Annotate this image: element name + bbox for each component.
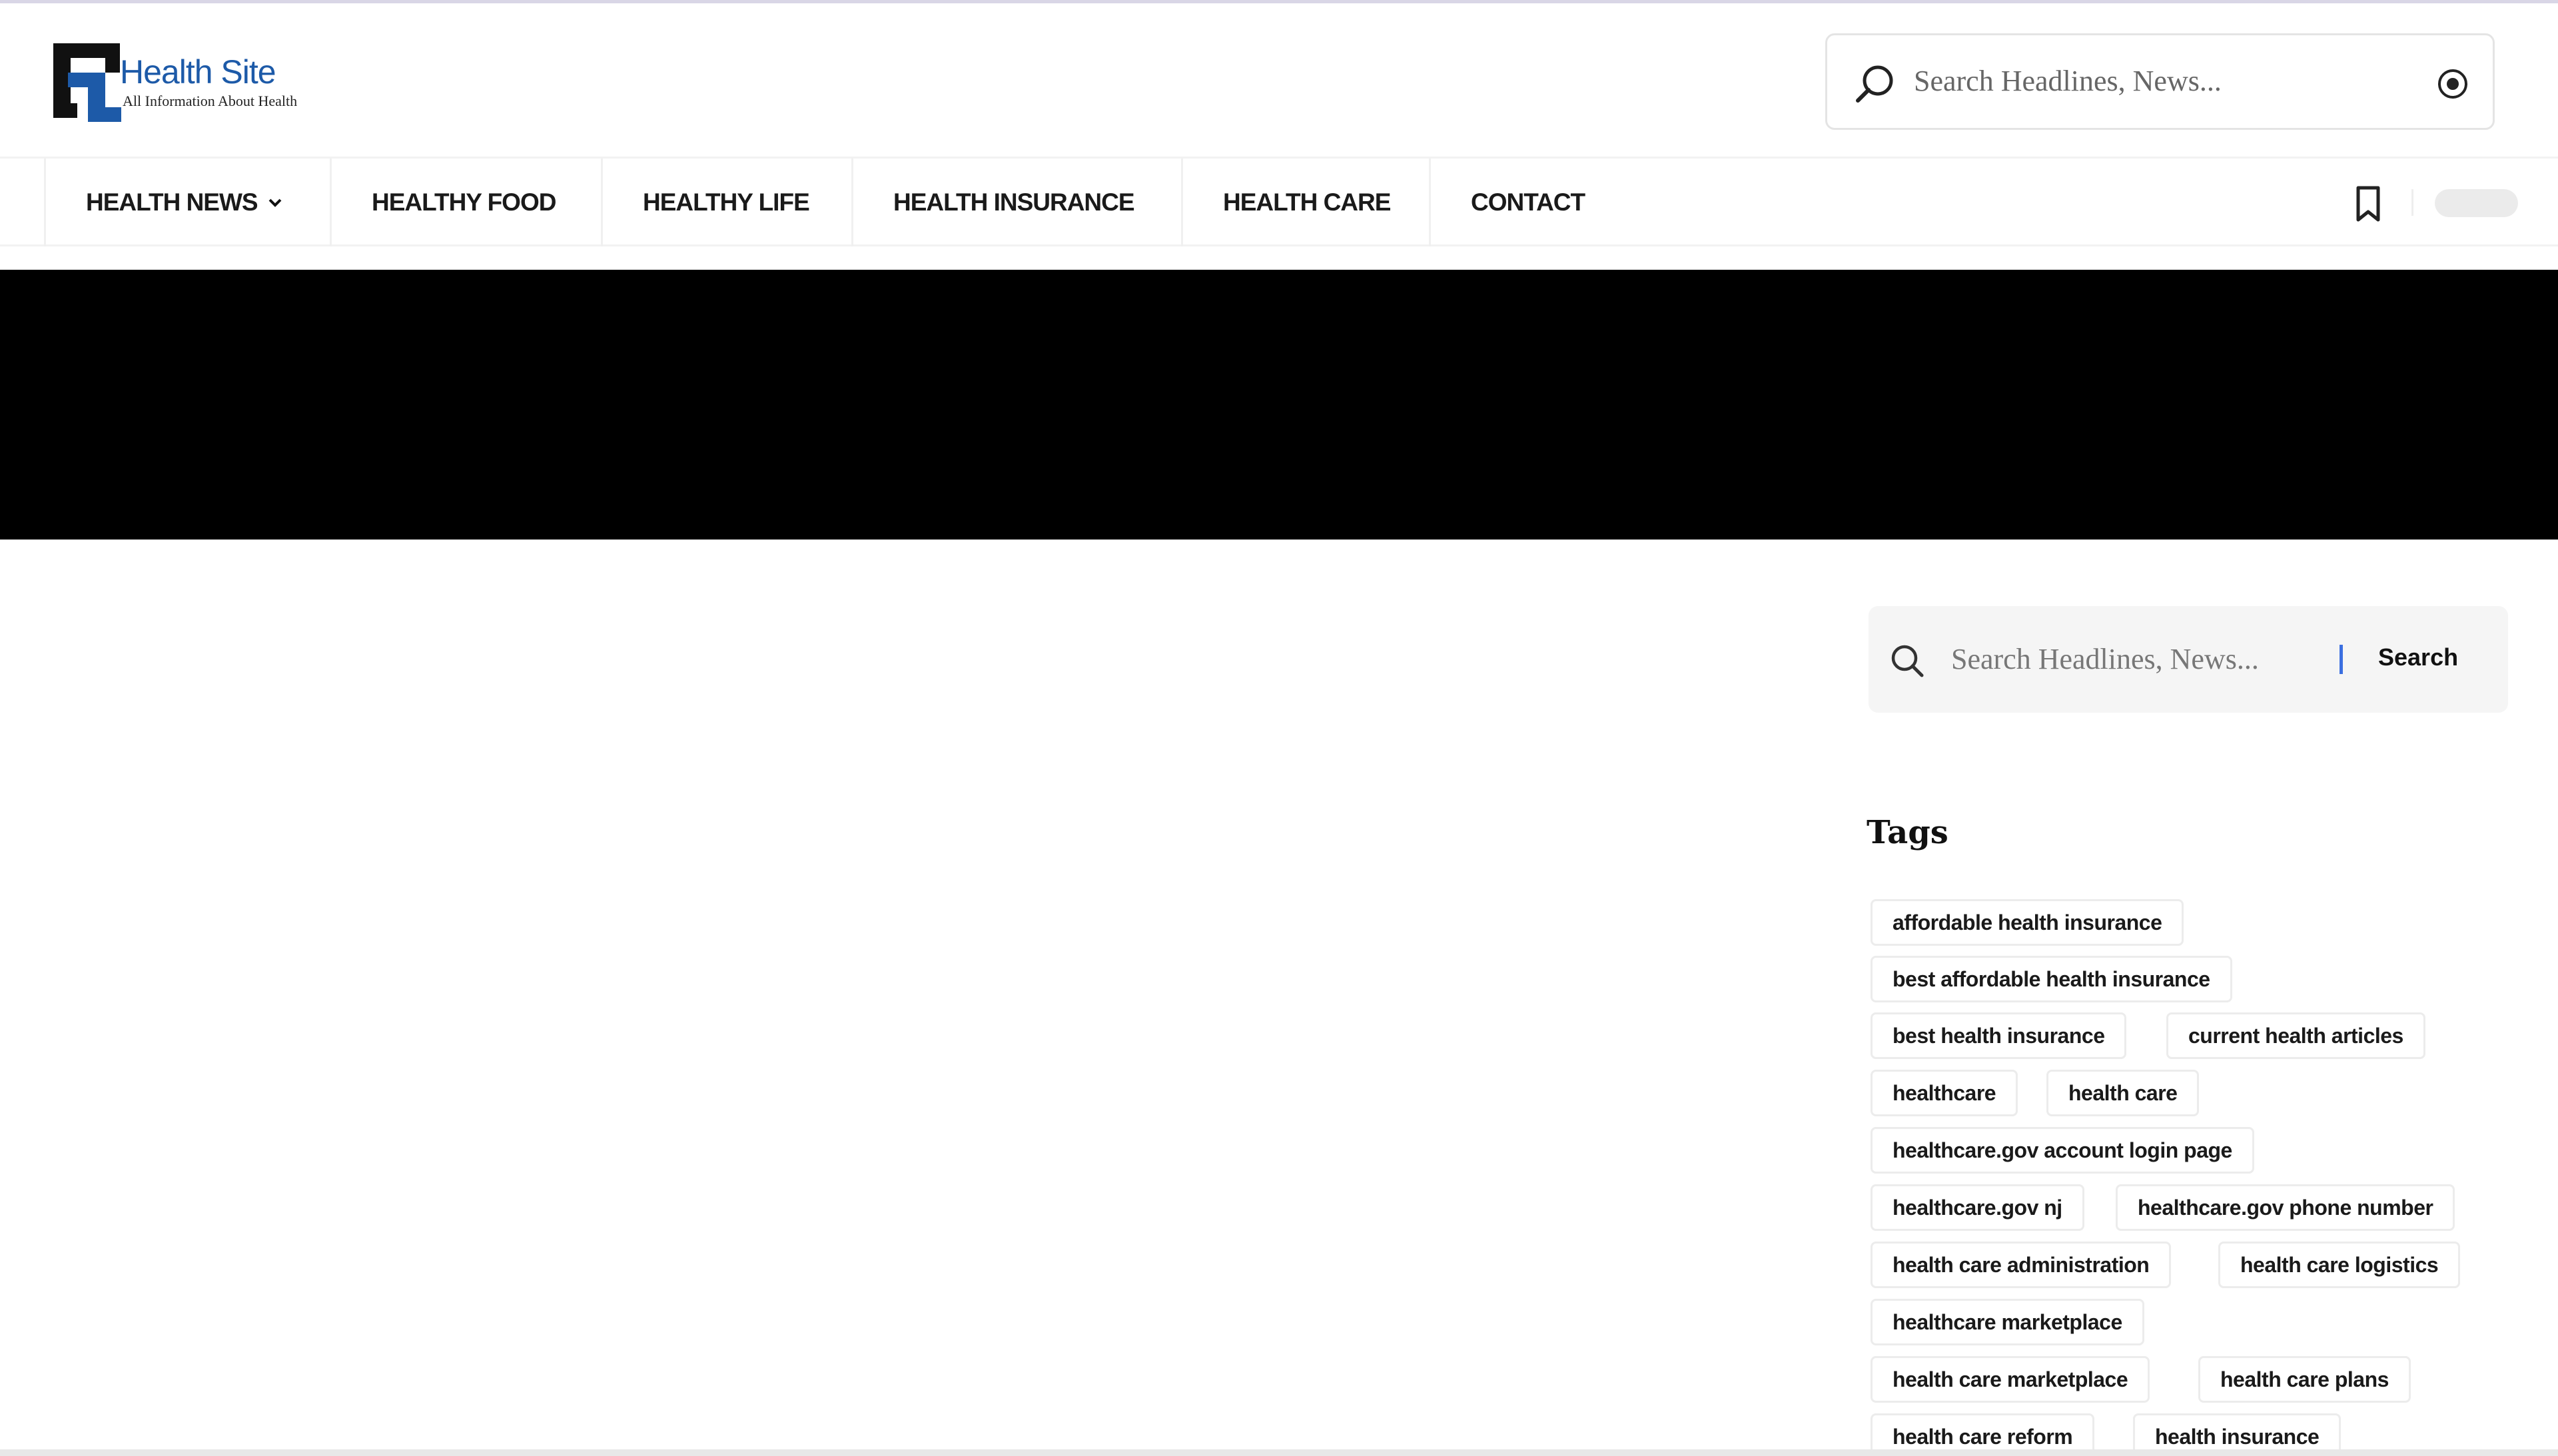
nav-item-healthy-life[interactable]: HEALTHY LIFE (603, 159, 853, 246)
site-logo[interactable]: Health Site All Information About Health (48, 38, 328, 131)
nav-item-label: HEALTH NEWS (86, 188, 258, 216)
header-search-input[interactable]: Search Headlines, News... (1914, 64, 2222, 98)
nav-item-health-news[interactable]: HEALTH NEWS (44, 159, 332, 246)
nav-item-label: CONTACT (1471, 188, 1585, 216)
nav-item-contact[interactable]: CONTACT (1431, 159, 1637, 246)
tag-link[interactable]: health care logistics (2218, 1242, 2461, 1288)
nav-divider (2411, 189, 2413, 216)
tag-link[interactable]: best affordable health insurance (1871, 956, 2232, 1002)
header-search-box[interactable]: Search Headlines, News... (1825, 33, 2495, 130)
logo-mark-icon (53, 43, 121, 122)
site-header: Health Site All Information About Health… (0, 3, 2558, 153)
search-icon (1891, 645, 1924, 677)
sidebar-search-input[interactable]: Search Headlines, News... (1951, 642, 2259, 676)
logo-subtitle: All Information About Health (123, 93, 298, 109)
sidebar-search-button[interactable]: Search (2378, 643, 2458, 671)
tag-link[interactable]: healthcare.gov nj (1871, 1184, 2084, 1231)
tag-link[interactable]: health care plans (2198, 1356, 2411, 1403)
sidebar-search-box: Search Headlines, News... Search (1869, 606, 2508, 713)
theme-toggle[interactable] (2435, 189, 2518, 217)
tag-link[interactable]: healthcare marketplace (1871, 1299, 2144, 1345)
nav-item-health-insurance[interactable]: HEALTH INSURANCE (853, 159, 1183, 246)
chevron-down-icon (268, 198, 281, 207)
tag-link[interactable]: healthcare.gov phone number (2116, 1184, 2455, 1231)
tag-link[interactable]: health care marketplace (1871, 1356, 2150, 1403)
main-nav: HEALTH NEWS HEALTHY FOOD HEALTHY LIFE HE… (0, 157, 2558, 246)
tag-link[interactable]: healthcare (1871, 1070, 2018, 1116)
page: Health Site All Information About Health… (0, 0, 2558, 1456)
search-icon (1856, 65, 1893, 103)
nav-item-healthy-food[interactable]: HEALTHY FOOD (332, 159, 603, 246)
bookmark-icon[interactable] (2350, 184, 2386, 224)
tag-link[interactable]: health care (2046, 1070, 2200, 1116)
nav-item-health-care[interactable]: HEALTH CARE (1183, 159, 1431, 246)
logo-title: Health Site (120, 53, 276, 91)
tag-link[interactable]: current health articles (2166, 1012, 2425, 1059)
tag-link[interactable]: best health insurance (1871, 1012, 2127, 1059)
tag-link[interactable]: healthcare.gov account login page (1871, 1127, 2254, 1174)
tag-link[interactable]: health care administration (1871, 1242, 2172, 1288)
hero-banner (0, 270, 2558, 540)
nav-item-label: HEALTHY LIFE (643, 188, 810, 216)
search-divider (2340, 645, 2343, 674)
nav-item-label: HEALTHY FOOD (372, 188, 556, 216)
tag-link[interactable]: affordable health insurance (1871, 899, 2184, 946)
nav-item-label: HEALTH INSURANCE (893, 188, 1135, 216)
target-icon[interactable] (2435, 67, 2470, 101)
nav-item-label: HEALTH CARE (1223, 188, 1391, 216)
bottom-border (0, 1449, 2558, 1456)
tags-heading: Tags (1867, 814, 1948, 851)
